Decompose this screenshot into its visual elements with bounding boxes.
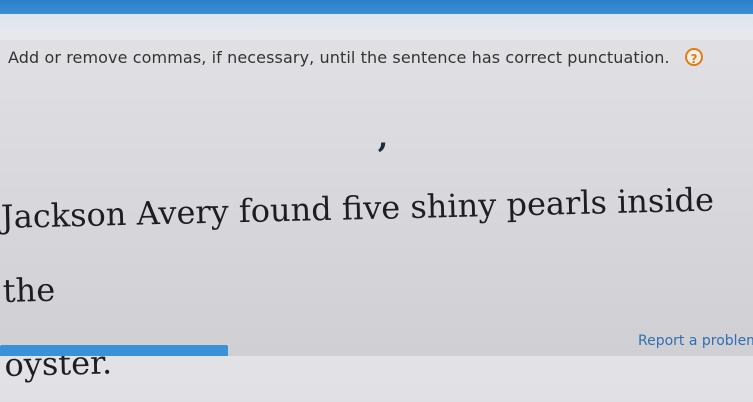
instruction-row: Add or remove commas, if necessary, unti… (8, 44, 748, 74)
word-5[interactable]: shiny (410, 186, 497, 226)
top-accent-bar (0, 0, 753, 14)
submit-button-bar[interactable] (0, 345, 228, 356)
help-icon[interactable]: ? (685, 48, 703, 66)
sentence: Jackson Avery found five shiny pearls in… (0, 162, 745, 402)
report-problem-link[interactable]: Report a problem (638, 333, 753, 349)
word-3[interactable]: found (238, 190, 332, 230)
sentence-line-1: Jackson Avery found five shiny pearls in… (0, 162, 743, 328)
instruction-text: Add or remove commas, if necessary, unti… (8, 48, 670, 67)
word-6[interactable]: pearls (506, 183, 607, 223)
word-1[interactable]: Jackson (0, 195, 126, 236)
header-strip (0, 14, 753, 40)
word-7[interactable]: inside (617, 181, 715, 221)
word-8[interactable]: the (2, 271, 55, 310)
word-4[interactable]: five (341, 188, 400, 227)
word-2[interactable]: Avery (136, 192, 229, 232)
draggable-comma[interactable]: , (370, 123, 396, 158)
